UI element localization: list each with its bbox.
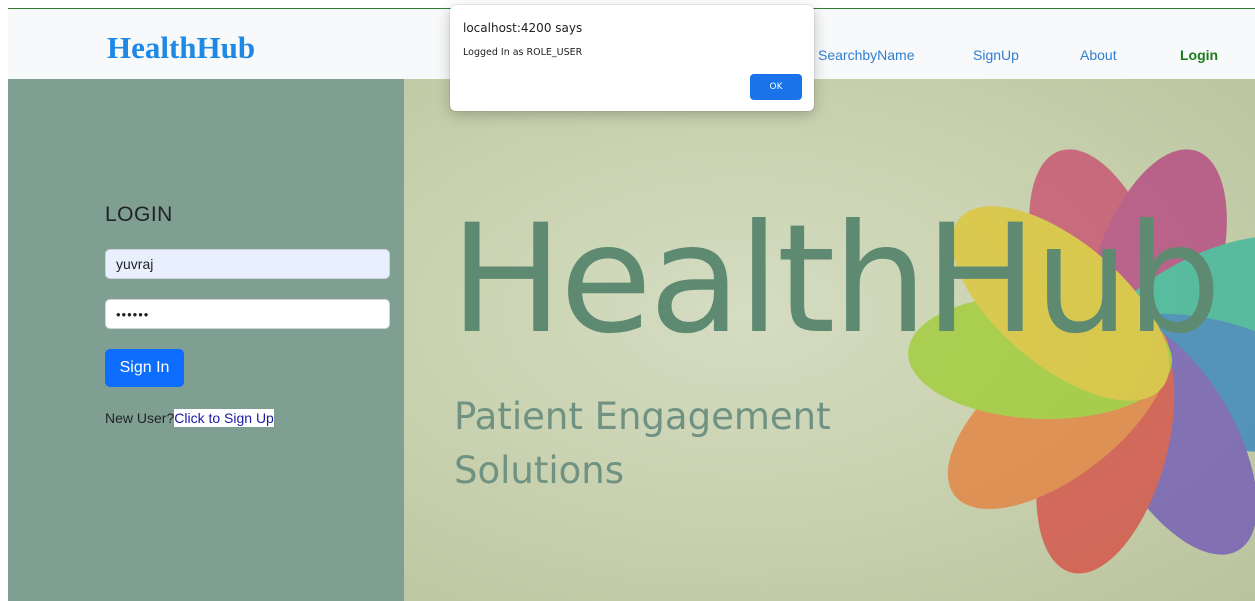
hero-banner: HealthHub Patient Engagement Solutions bbox=[404, 79, 1255, 601]
dialog-ok-button[interactable]: OK bbox=[750, 74, 802, 100]
sign-in-button[interactable]: Sign In bbox=[105, 349, 184, 387]
alert-dialog: localhost:4200 says Logged In as ROLE_US… bbox=[450, 5, 814, 111]
new-user-prompt: New User?Click to Sign Up bbox=[105, 409, 274, 427]
username-input[interactable] bbox=[105, 249, 390, 279]
password-input[interactable] bbox=[105, 299, 390, 329]
hero-tagline-line2: Solutions bbox=[454, 449, 625, 492]
brand-logo[interactable]: HealthHub bbox=[107, 30, 255, 66]
login-title: LOGIN bbox=[105, 203, 173, 226]
hero-logo-text: HealthHub bbox=[450, 193, 1222, 367]
nav-link-about[interactable]: About bbox=[1080, 47, 1117, 63]
nav-link-searchbyname[interactable]: SearchbyName bbox=[818, 47, 915, 63]
nav-link-signup[interactable]: SignUp bbox=[973, 47, 1019, 63]
dialog-message: Logged In as ROLE_USER bbox=[463, 47, 583, 58]
login-panel bbox=[8, 79, 404, 601]
sign-up-link[interactable]: Click to Sign Up bbox=[174, 409, 274, 427]
hero-tagline-line1: Patient Engagement bbox=[454, 395, 831, 438]
nav-link-login[interactable]: Login bbox=[1180, 47, 1218, 63]
new-user-text: New User? bbox=[105, 410, 175, 426]
dialog-origin: localhost:4200 says bbox=[463, 21, 583, 35]
